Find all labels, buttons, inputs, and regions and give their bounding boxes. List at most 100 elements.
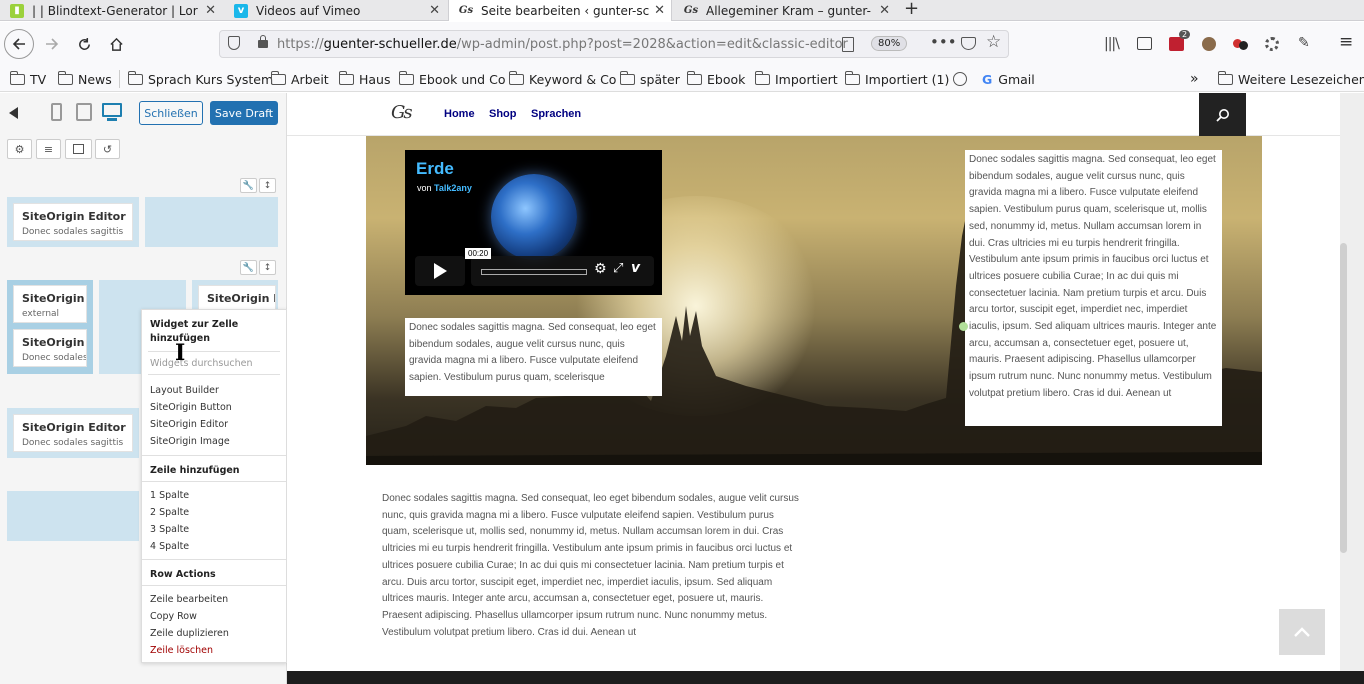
tab-allegeminer-kram[interactable]: Gs Allegeminer Kram – gunter- ✕ xyxy=(674,0,896,21)
nav-link-shop[interactable]: Shop xyxy=(489,108,517,120)
close-icon[interactable]: ✕ xyxy=(879,3,890,18)
close-icon[interactable]: ✕ xyxy=(654,3,665,18)
bookmark-weitere-lesezeichen[interactable]: Weitere Lesezeichen xyxy=(1217,70,1364,88)
menu-item-siteorigin-image[interactable]: SiteOrigin Image xyxy=(150,436,230,447)
chevron-up-icon xyxy=(1294,627,1310,637)
page-actions-icon[interactable]: ••• xyxy=(930,33,957,51)
desktop-view-icon[interactable] xyxy=(102,103,122,117)
zoom-badge[interactable]: 80% xyxy=(871,36,908,51)
menu-item-zeile-bearbeiten[interactable]: Zeile bearbeiten xyxy=(150,594,228,605)
row-edit-button[interactable]: 🔧 xyxy=(240,260,257,275)
bookmark-ebook-und-co[interactable]: Ebook und Co xyxy=(398,70,505,88)
row2-widget-editor[interactable]: SiteOrigin Ed Donec sodales xyxy=(13,329,87,367)
menu-item-4-spalte[interactable]: 4 Spalte xyxy=(150,541,189,552)
video-player[interactable]: Erde von Talk2any 00:20 ⚙ ⤢ v xyxy=(405,150,662,295)
tab-title: Seite bearbeiten ‹ gunter-sc xyxy=(481,3,650,18)
list-button[interactable]: ≡ xyxy=(36,139,61,159)
eyedropper-icon[interactable]: ✎ xyxy=(1298,35,1310,51)
widget-search-input[interactable]: Widgets durchsuchen xyxy=(148,351,280,375)
gear-icon[interactable]: ⚙ xyxy=(594,261,607,277)
library-icon[interactable]: |||\ xyxy=(1104,36,1120,52)
bookmark-keyword-co[interactable]: Keyword & Co xyxy=(508,70,616,88)
back-to-top-button[interactable] xyxy=(1279,609,1325,655)
bookmark-globe[interactable] xyxy=(953,70,967,88)
preview-scrollbar[interactable] xyxy=(1340,243,1347,553)
video-title[interactable]: Erde xyxy=(413,158,457,180)
bookmark-tv[interactable]: TV xyxy=(9,70,46,88)
bookmark-haus[interactable]: Haus xyxy=(338,70,391,88)
back-button[interactable] xyxy=(4,29,34,59)
tab-vimeo[interactable]: v Videos auf Vimeo ✕ xyxy=(224,0,446,21)
bookmark-spaeter[interactable]: später xyxy=(619,70,680,88)
menu-item-layout-builder[interactable]: Layout Builder xyxy=(150,385,219,396)
extension-film-icon[interactable] xyxy=(1265,37,1279,51)
lock-icon[interactable] xyxy=(258,40,268,48)
close-icon[interactable]: ✕ xyxy=(429,3,440,18)
video-progress-bar[interactable] xyxy=(481,269,587,275)
tab-blindtext[interactable]: ▮ | | Blindtext-Generator | Lor ✕ xyxy=(0,0,222,21)
menu-item-2-spalte[interactable]: 2 Spalte xyxy=(150,507,189,518)
video-author[interactable]: Talk2any xyxy=(434,183,472,193)
preview-footer-bar xyxy=(287,671,1364,684)
reader-view-icon[interactable] xyxy=(842,37,854,52)
site-logo[interactable]: Gs xyxy=(391,102,413,123)
url-path: /wp-admin/post.php?post=2028&action=edit… xyxy=(456,37,848,52)
site-search-button[interactable] xyxy=(1199,93,1246,136)
row-edit-button[interactable]: 🔧 xyxy=(240,178,257,193)
vimeo-logo-icon[interactable]: v xyxy=(631,260,640,276)
forward-button[interactable] xyxy=(38,30,66,58)
close-button[interactable]: Schließen xyxy=(139,101,203,125)
extension-red-icon[interactable] xyxy=(1169,37,1184,51)
new-tab-button[interactable]: + xyxy=(904,0,919,19)
bookmark-star-icon[interactable]: ☆ xyxy=(986,32,1001,52)
play-button[interactable] xyxy=(415,256,465,286)
bookmark-gmail[interactable]: G Gmail xyxy=(982,70,1035,88)
menu-item-1-spalte[interactable]: 1 Spalte xyxy=(150,490,189,501)
layout-button[interactable] xyxy=(65,139,92,159)
url-text[interactable]: https://guenter-schueller.de/wp-admin/po… xyxy=(277,37,848,52)
drag-handle-dot[interactable] xyxy=(959,322,968,331)
menu-item-siteorigin-button[interactable]: SiteOrigin Button xyxy=(150,402,232,413)
save-draft-button[interactable]: Save Draft xyxy=(210,101,278,125)
shield-icon[interactable] xyxy=(228,36,240,50)
site-header: Gs Home Shop Sprachen xyxy=(287,93,1340,136)
history-button[interactable]: ↺ xyxy=(95,139,120,159)
bookmark-ebook[interactable]: Ebook xyxy=(686,70,745,88)
tablet-view-icon[interactable] xyxy=(76,103,92,121)
fullscreen-icon[interactable]: ⤢ xyxy=(613,261,623,276)
menu-item-copy-row[interactable]: Copy Row xyxy=(150,611,197,622)
menu-item-zeile-duplizieren[interactable]: Zeile duplizieren xyxy=(150,628,229,639)
bookmark-arbeit[interactable]: Arbeit xyxy=(270,70,329,88)
row-move-handle[interactable]: ↕ xyxy=(259,260,276,275)
extension-dots-icon[interactable] xyxy=(1233,37,1249,51)
nav-link-sprachen[interactable]: Sprachen xyxy=(531,108,581,120)
bookmarks-overflow-button[interactable]: » xyxy=(1190,70,1199,88)
row2-widget-editor-right[interactable]: SiteOrigin Ed xyxy=(198,285,276,311)
pocket-icon[interactable] xyxy=(961,37,976,50)
bookmark-sprach-kurs-system[interactable]: Sprach Kurs System xyxy=(127,70,273,88)
row4-cell1[interactable] xyxy=(7,491,139,541)
bookmark-importiert-1[interactable]: Importiert (1) xyxy=(844,70,949,88)
extension-avatar-icon[interactable] xyxy=(1202,37,1216,51)
url-bar[interactable]: https://guenter-schueller.de/wp-admin/po… xyxy=(219,30,1009,58)
home-button[interactable] xyxy=(102,30,130,58)
menu-item-siteorigin-editor[interactable]: SiteOrigin Editor xyxy=(150,419,228,430)
row1-widget[interactable]: SiteOrigin Editor Donec sodales sagittis xyxy=(13,203,133,241)
menu-icon[interactable]: ≡ xyxy=(1339,32,1353,52)
settings-button[interactable]: ⚙ xyxy=(7,139,32,159)
mobile-view-icon[interactable] xyxy=(51,103,62,121)
reload-button[interactable] xyxy=(70,30,98,58)
close-icon[interactable]: ✕ xyxy=(205,3,216,18)
row1-cell2[interactable] xyxy=(145,197,278,247)
collapse-panel-icon[interactable] xyxy=(9,107,18,119)
row2-widget-video[interactable]: SiteOrigin Vi external xyxy=(13,285,87,323)
bookmark-importiert[interactable]: Importiert xyxy=(754,70,838,88)
menu-item-3-spalte[interactable]: 3 Spalte xyxy=(150,524,189,535)
bookmark-news[interactable]: News xyxy=(57,70,112,88)
sidebar-icon[interactable] xyxy=(1137,37,1152,50)
nav-link-home[interactable]: Home xyxy=(444,108,475,120)
tab-seite-bearbeiten[interactable]: Gs Seite bearbeiten ‹ gunter-sc ✕ xyxy=(448,0,672,21)
row3-widget[interactable]: SiteOrigin Editor Donec sodales sagittis xyxy=(13,414,133,452)
menu-item-zeile-loeschen[interactable]: Zeile löschen xyxy=(150,645,213,656)
row-move-handle[interactable]: ↕ xyxy=(259,178,276,193)
